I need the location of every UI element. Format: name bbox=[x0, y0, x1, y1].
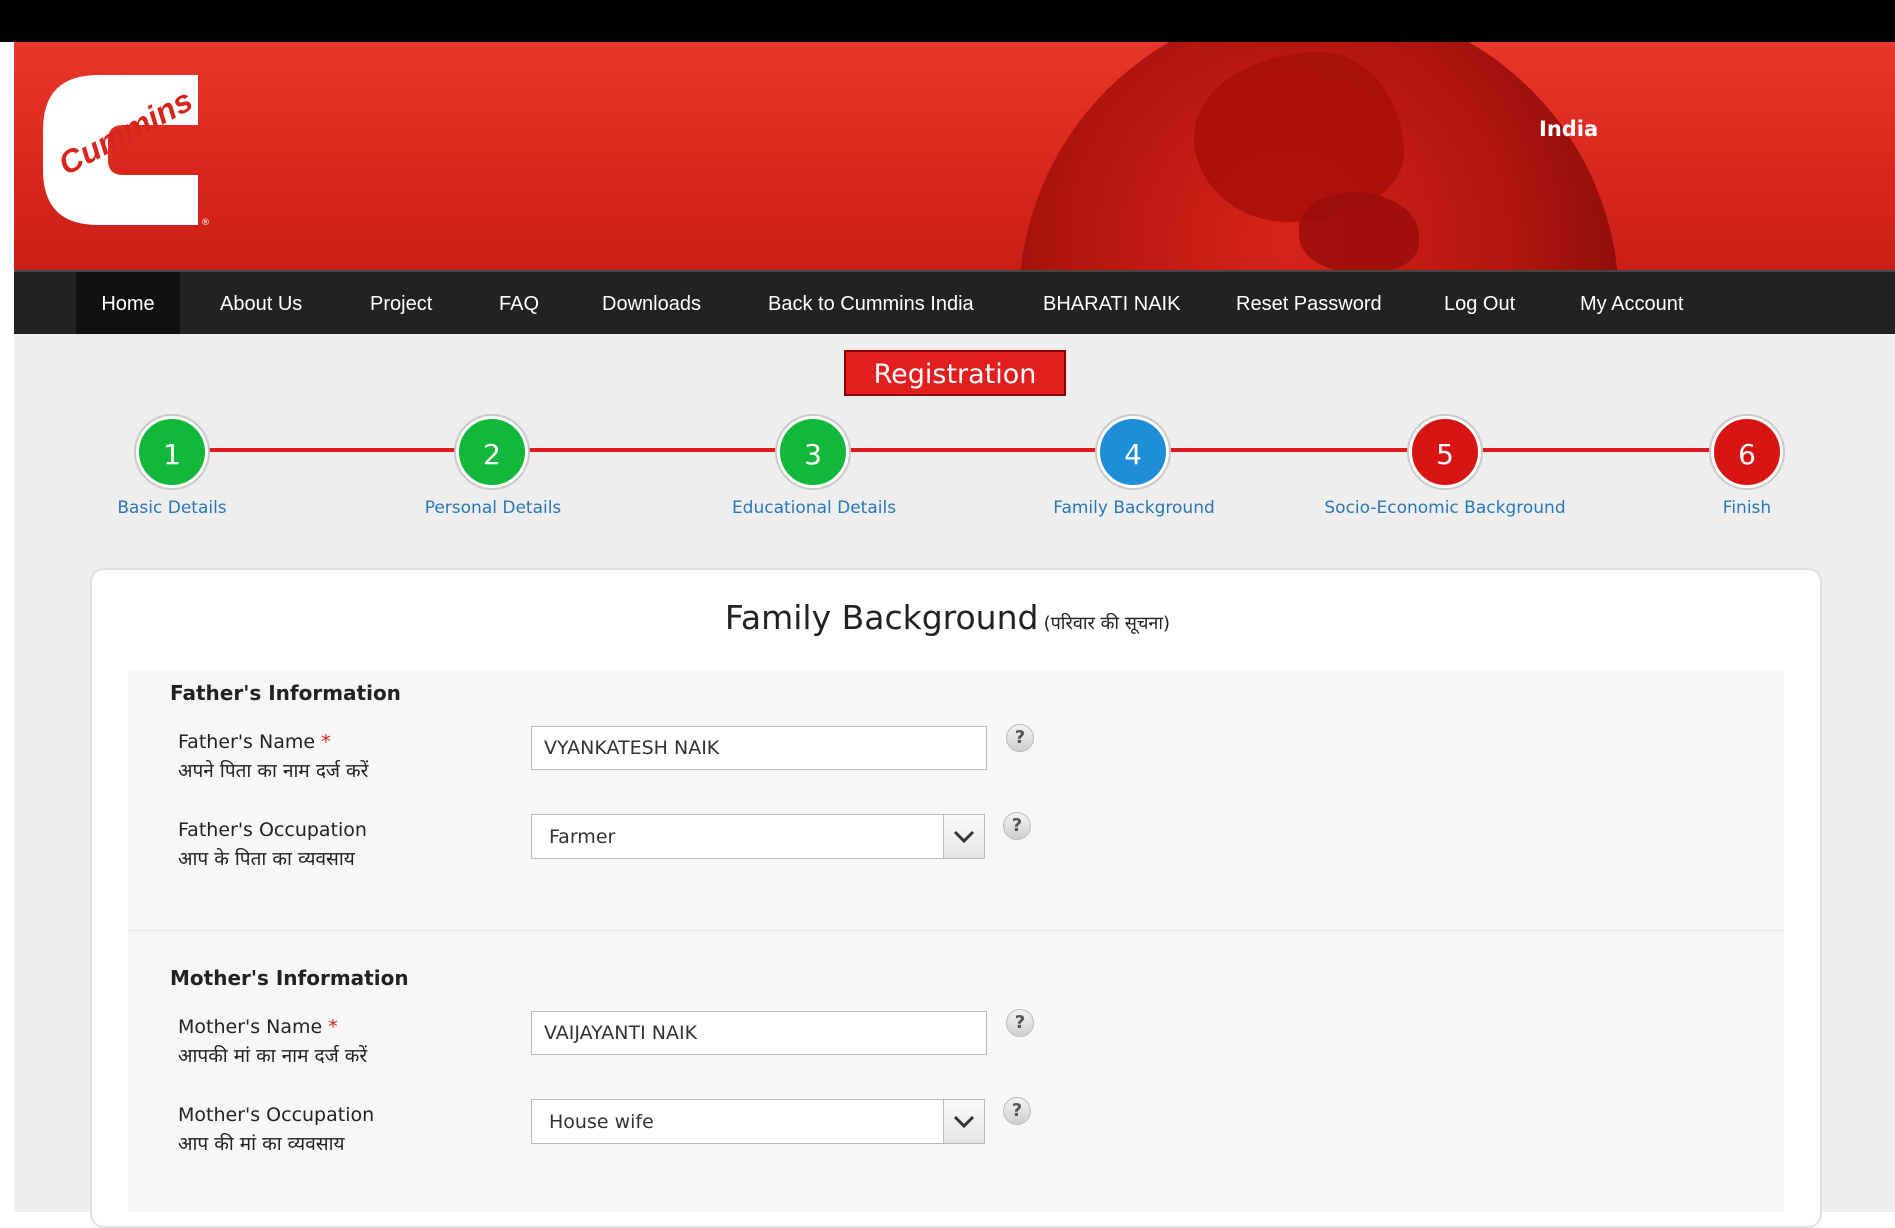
nav-about-us[interactable]: About Us bbox=[220, 272, 302, 336]
cummins-logo[interactable]: Cummins ® bbox=[38, 65, 213, 235]
mother-occupation-hindi: आप की मां का व्यवसाय bbox=[178, 1133, 345, 1155]
mother-name-label: Mother's Name * आपकी मां का नाम दर्ज करे… bbox=[178, 1016, 368, 1067]
father-name-help-icon[interactable]: ? bbox=[1006, 724, 1034, 752]
form-title-text: Family Background bbox=[724, 598, 1039, 637]
nav-reset-password[interactable]: Reset Password bbox=[1236, 272, 1382, 336]
father-name-hindi: अपने पिता का नाम दर्ज करें bbox=[178, 760, 369, 782]
step-5-label[interactable]: Socio-Economic Background bbox=[1315, 498, 1575, 518]
step-6-label[interactable]: Finish bbox=[1617, 498, 1877, 518]
step-3-label[interactable]: Educational Details bbox=[684, 498, 944, 518]
chevron-down-icon[interactable] bbox=[943, 1100, 984, 1143]
step-1-circle[interactable]: 1 bbox=[136, 416, 208, 488]
step-2-label[interactable]: Personal Details bbox=[363, 498, 623, 518]
form-title: Family Background (परिवार की सूचना) bbox=[0, 598, 1895, 637]
father-occupation-help-icon[interactable]: ? bbox=[1003, 812, 1031, 840]
mother-section-heading: Mother's Information bbox=[170, 966, 409, 990]
step-connector bbox=[1480, 448, 1711, 452]
nav-my-account[interactable]: My Account bbox=[1580, 272, 1683, 336]
father-occupation-select[interactable]: Farmer bbox=[531, 814, 985, 859]
header-banner: India bbox=[14, 42, 1895, 270]
step-4-circle[interactable]: 4 bbox=[1097, 416, 1169, 488]
step-1-label[interactable]: Basic Details bbox=[42, 498, 302, 518]
form-title-hindi: (परिवार की सूचना) bbox=[1043, 613, 1171, 634]
main-navigation: Home About Us Project FAQ Downloads Back… bbox=[14, 270, 1895, 336]
mother-name-hindi: आपकी मां का नाम दर्ज करें bbox=[178, 1045, 368, 1067]
step-3-circle[interactable]: 3 bbox=[777, 416, 849, 488]
svg-text:®: ® bbox=[201, 218, 210, 228]
father-occupation-value: Farmer bbox=[549, 826, 616, 848]
father-section bbox=[128, 670, 1784, 930]
father-name-input[interactable] bbox=[531, 726, 987, 770]
father-occupation-label: Father's Occupation आप के पिता का व्यवसा… bbox=[178, 819, 367, 870]
step-6-circle[interactable]: 6 bbox=[1711, 416, 1783, 488]
step-4-label[interactable]: Family Background bbox=[1004, 498, 1264, 518]
nav-downloads[interactable]: Downloads bbox=[602, 272, 701, 336]
mother-occupation-label: Mother's Occupation आप की मां का व्यवसाय bbox=[178, 1104, 375, 1155]
mother-occupation-value: House wife bbox=[549, 1111, 654, 1133]
father-occupation-hindi: आप के पिता का व्यवसाय bbox=[178, 848, 355, 870]
step-connector bbox=[208, 448, 458, 452]
mother-name-input[interactable] bbox=[531, 1011, 987, 1055]
mother-name-help-icon[interactable]: ? bbox=[1006, 1009, 1034, 1037]
father-name-label: Father's Name * अपने पिता का नाम दर्ज कर… bbox=[178, 731, 369, 782]
step-connector bbox=[528, 448, 778, 452]
nav-user-name[interactable]: BHARATI NAIK bbox=[1043, 272, 1180, 336]
step-5-circle[interactable]: 5 bbox=[1409, 416, 1481, 488]
nav-faq[interactable]: FAQ bbox=[499, 272, 539, 336]
step-2-circle[interactable]: 2 bbox=[456, 416, 528, 488]
registration-heading: Registration bbox=[844, 350, 1066, 396]
required-asterisk: * bbox=[328, 1016, 338, 1038]
father-section-heading: Father's Information bbox=[170, 681, 401, 705]
mother-occupation-help-icon[interactable]: ? bbox=[1003, 1097, 1031, 1125]
nav-log-out[interactable]: Log Out bbox=[1444, 272, 1515, 336]
region-label: India bbox=[1539, 117, 1599, 141]
required-asterisk: * bbox=[321, 731, 331, 753]
nav-project[interactable]: Project bbox=[370, 272, 432, 336]
step-connector bbox=[1169, 448, 1430, 452]
mother-occupation-select[interactable]: House wife bbox=[531, 1099, 985, 1144]
nav-home[interactable]: Home bbox=[76, 272, 180, 336]
chevron-down-icon[interactable] bbox=[943, 815, 984, 858]
step-connector bbox=[849, 448, 1099, 452]
nav-back-to-cummins-india[interactable]: Back to Cummins India bbox=[768, 272, 974, 336]
top-black-bar bbox=[0, 0, 1895, 42]
